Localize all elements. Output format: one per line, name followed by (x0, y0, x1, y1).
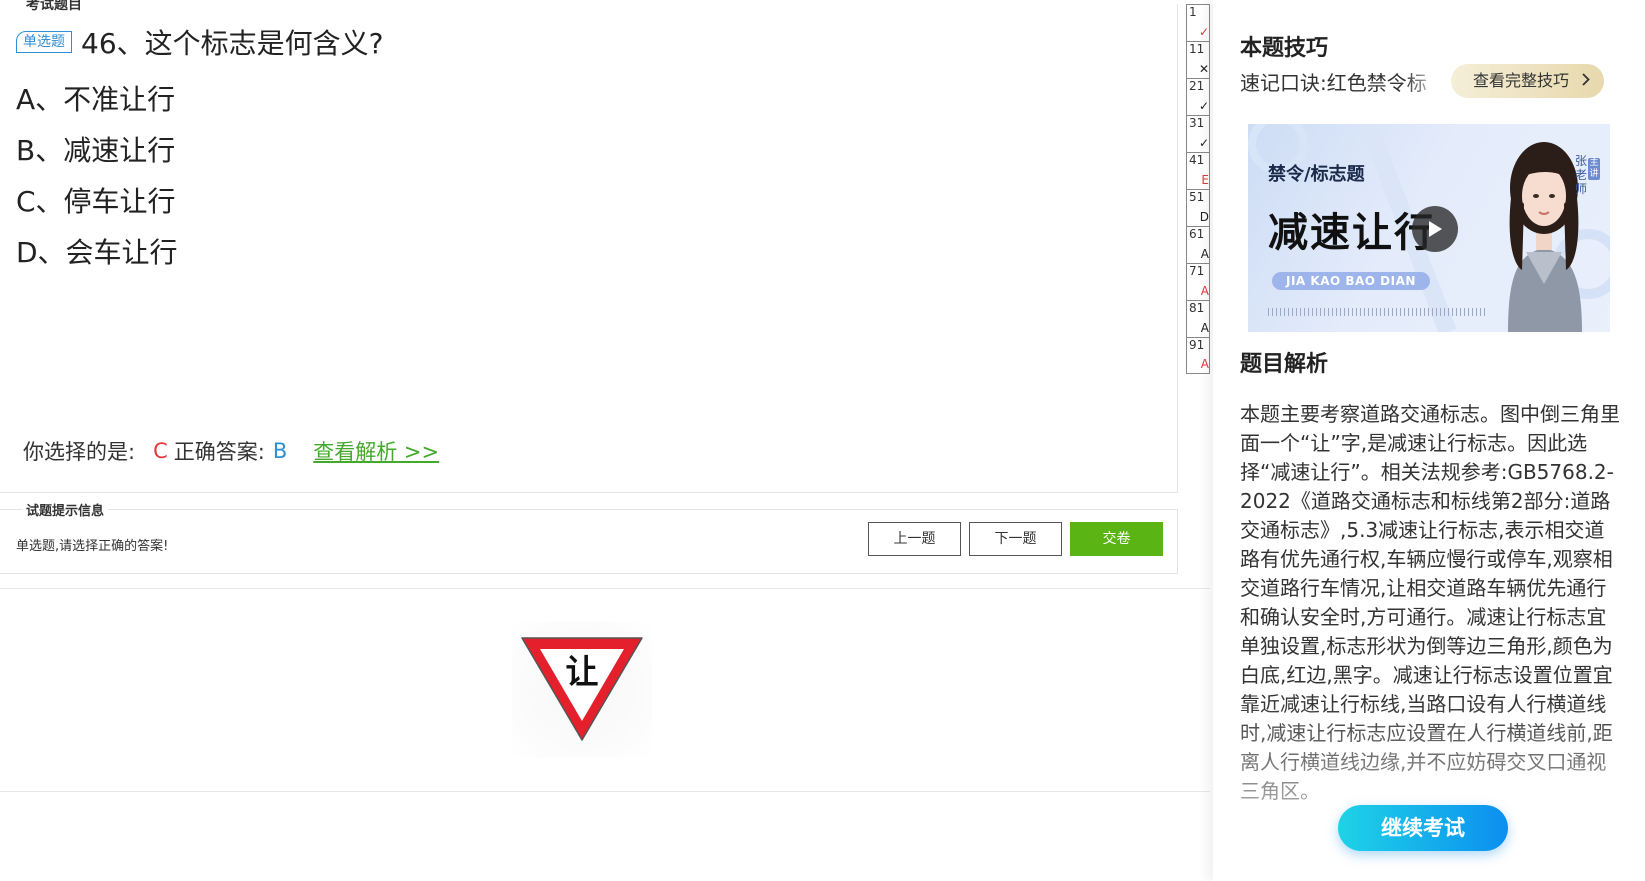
analysis-text: 本题主要考察道路交通标志。图中倒三角里面一个“让”字,是减速让行标志。因此选择“… (1240, 402, 1620, 803)
presenter-name: 张老师 (1574, 154, 1587, 196)
hint-text: 单选题,请选择正确的答案! (16, 539, 169, 554)
question-status-mark: A (1200, 247, 1209, 261)
yield-sign-image: 让 (512, 622, 652, 758)
question-status-mark: ✕ (1198, 62, 1209, 76)
question-status-mark: A (1200, 357, 1209, 371)
question-legend: 考试题目 (22, 0, 86, 14)
option-a[interactable]: A、不准让行 (16, 74, 178, 125)
question-status-mark: D (1199, 210, 1209, 224)
question-number-cell[interactable]: 81 A (1186, 300, 1210, 337)
question-number-cell[interactable]: 71 A (1186, 263, 1210, 300)
submit-exam-button[interactable]: 交卷 (1070, 522, 1163, 556)
continue-exam-button[interactable]: 继续考试 (1338, 805, 1508, 851)
question-status-mark: ✓ (1198, 136, 1209, 150)
play-icon (1429, 221, 1442, 237)
question-status-mark: E (1201, 173, 1209, 187)
video-brand-tag: JIA KAO BAO DIAN (1272, 272, 1430, 290)
audio-wave-decoration (1268, 308, 1488, 316)
question-text: 46、这个标志是何含义? (81, 27, 384, 60)
question-number: 31 (1189, 116, 1205, 130)
question-number-cell[interactable]: 1 ✓ (1186, 4, 1210, 41)
answer-result: 你选择的是: C 正确答案: B 查看解析 >> (23, 436, 439, 466)
question-number: 61 (1189, 227, 1205, 241)
yield-sign-char: 让 (566, 652, 599, 691)
option-c[interactable]: C、停车让行 (16, 176, 178, 227)
play-button[interactable] (1412, 206, 1458, 252)
question-number-cell[interactable]: 91 A (1186, 337, 1210, 374)
question-title-row: 单选题 46、这个标志是何含义? (16, 22, 384, 62)
question-number: 21 (1189, 79, 1205, 93)
view-full-tips-button[interactable]: 查看完整技巧 (1451, 64, 1605, 98)
question-status-mark: A (1200, 284, 1209, 298)
chevron-right-icon (1582, 71, 1590, 90)
presenter-role-badge: 主讲 (1588, 158, 1600, 180)
your-choice-label: 你选择的是: (23, 440, 136, 464)
question-number-cell[interactable]: 31 ✓ (1186, 115, 1210, 152)
question-status-mark: ✓ (1198, 25, 1209, 39)
question-number-cell[interactable]: 41 E (1186, 152, 1210, 189)
question-number-grid: 1 ✓ 11 ✕ 21 ✓ 31 ✓ 41 E 51 D 61 A 71 A 81 A 91 A (1186, 4, 1210, 374)
question-number: 51 (1189, 190, 1205, 204)
question-number-cell[interactable]: 61 A (1186, 226, 1210, 263)
question-status-mark: ✓ (1198, 99, 1209, 113)
presenter-image (1508, 142, 1582, 332)
question-number: 91 (1189, 338, 1205, 352)
question-number-cell[interactable]: 21 ✓ (1186, 78, 1210, 115)
yield-sign-icon: 让 (521, 637, 643, 741)
option-d[interactable]: D、会车让行 (16, 227, 178, 278)
view-full-tips-label: 查看完整技巧 (1473, 71, 1570, 90)
view-analysis-link[interactable]: 查看解析 >> (313, 436, 439, 466)
video-card[interactable]: 禁令/标志题 减速让行 JIA KAO BAO DIAN 张老师 主讲 (1248, 124, 1610, 332)
question-number: 11 (1189, 42, 1205, 56)
question-status-mark: A (1200, 321, 1209, 335)
question-number: 1 (1189, 5, 1197, 19)
answer-options: A、不准让行 B、减速让行 C、停车让行 D、会车让行 (16, 74, 178, 278)
correct-answer-value: B (272, 439, 288, 463)
question-type-badge: 单选题 (16, 31, 72, 53)
right-panel: 本题技巧 速记口诀:红色禁令标 查看完整技巧 禁令/标志题 减速让行 JIA K… (1213, 0, 1645, 881)
tips-row: 速记口诀:红色禁令标 查看完整技巧 (1240, 64, 1640, 98)
question-number: 41 (1189, 153, 1205, 167)
video-headline: 减速让行 (1268, 210, 1436, 256)
tips-title: 本题技巧 (1240, 36, 1329, 61)
question-number-cell[interactable]: 11 ✕ (1186, 41, 1210, 78)
question-number: 71 (1189, 264, 1205, 278)
correct-answer-label: 正确答案: (173, 440, 265, 464)
question-number-cell[interactable]: 51 D (1186, 189, 1210, 226)
next-question-button[interactable]: 下一题 (969, 522, 1062, 556)
your-choice-value: C (153, 439, 168, 463)
question-number: 81 (1189, 301, 1205, 315)
tips-text: 速记口诀:红色禁令标 (1240, 70, 1427, 95)
video-category: 禁令/标志题 (1268, 164, 1365, 185)
analysis-title: 题目解析 (1240, 352, 1329, 377)
prev-question-button[interactable]: 上一题 (868, 522, 961, 556)
option-b[interactable]: B、减速让行 (16, 125, 178, 176)
hint-legend: 试题提示信息 (22, 500, 109, 519)
